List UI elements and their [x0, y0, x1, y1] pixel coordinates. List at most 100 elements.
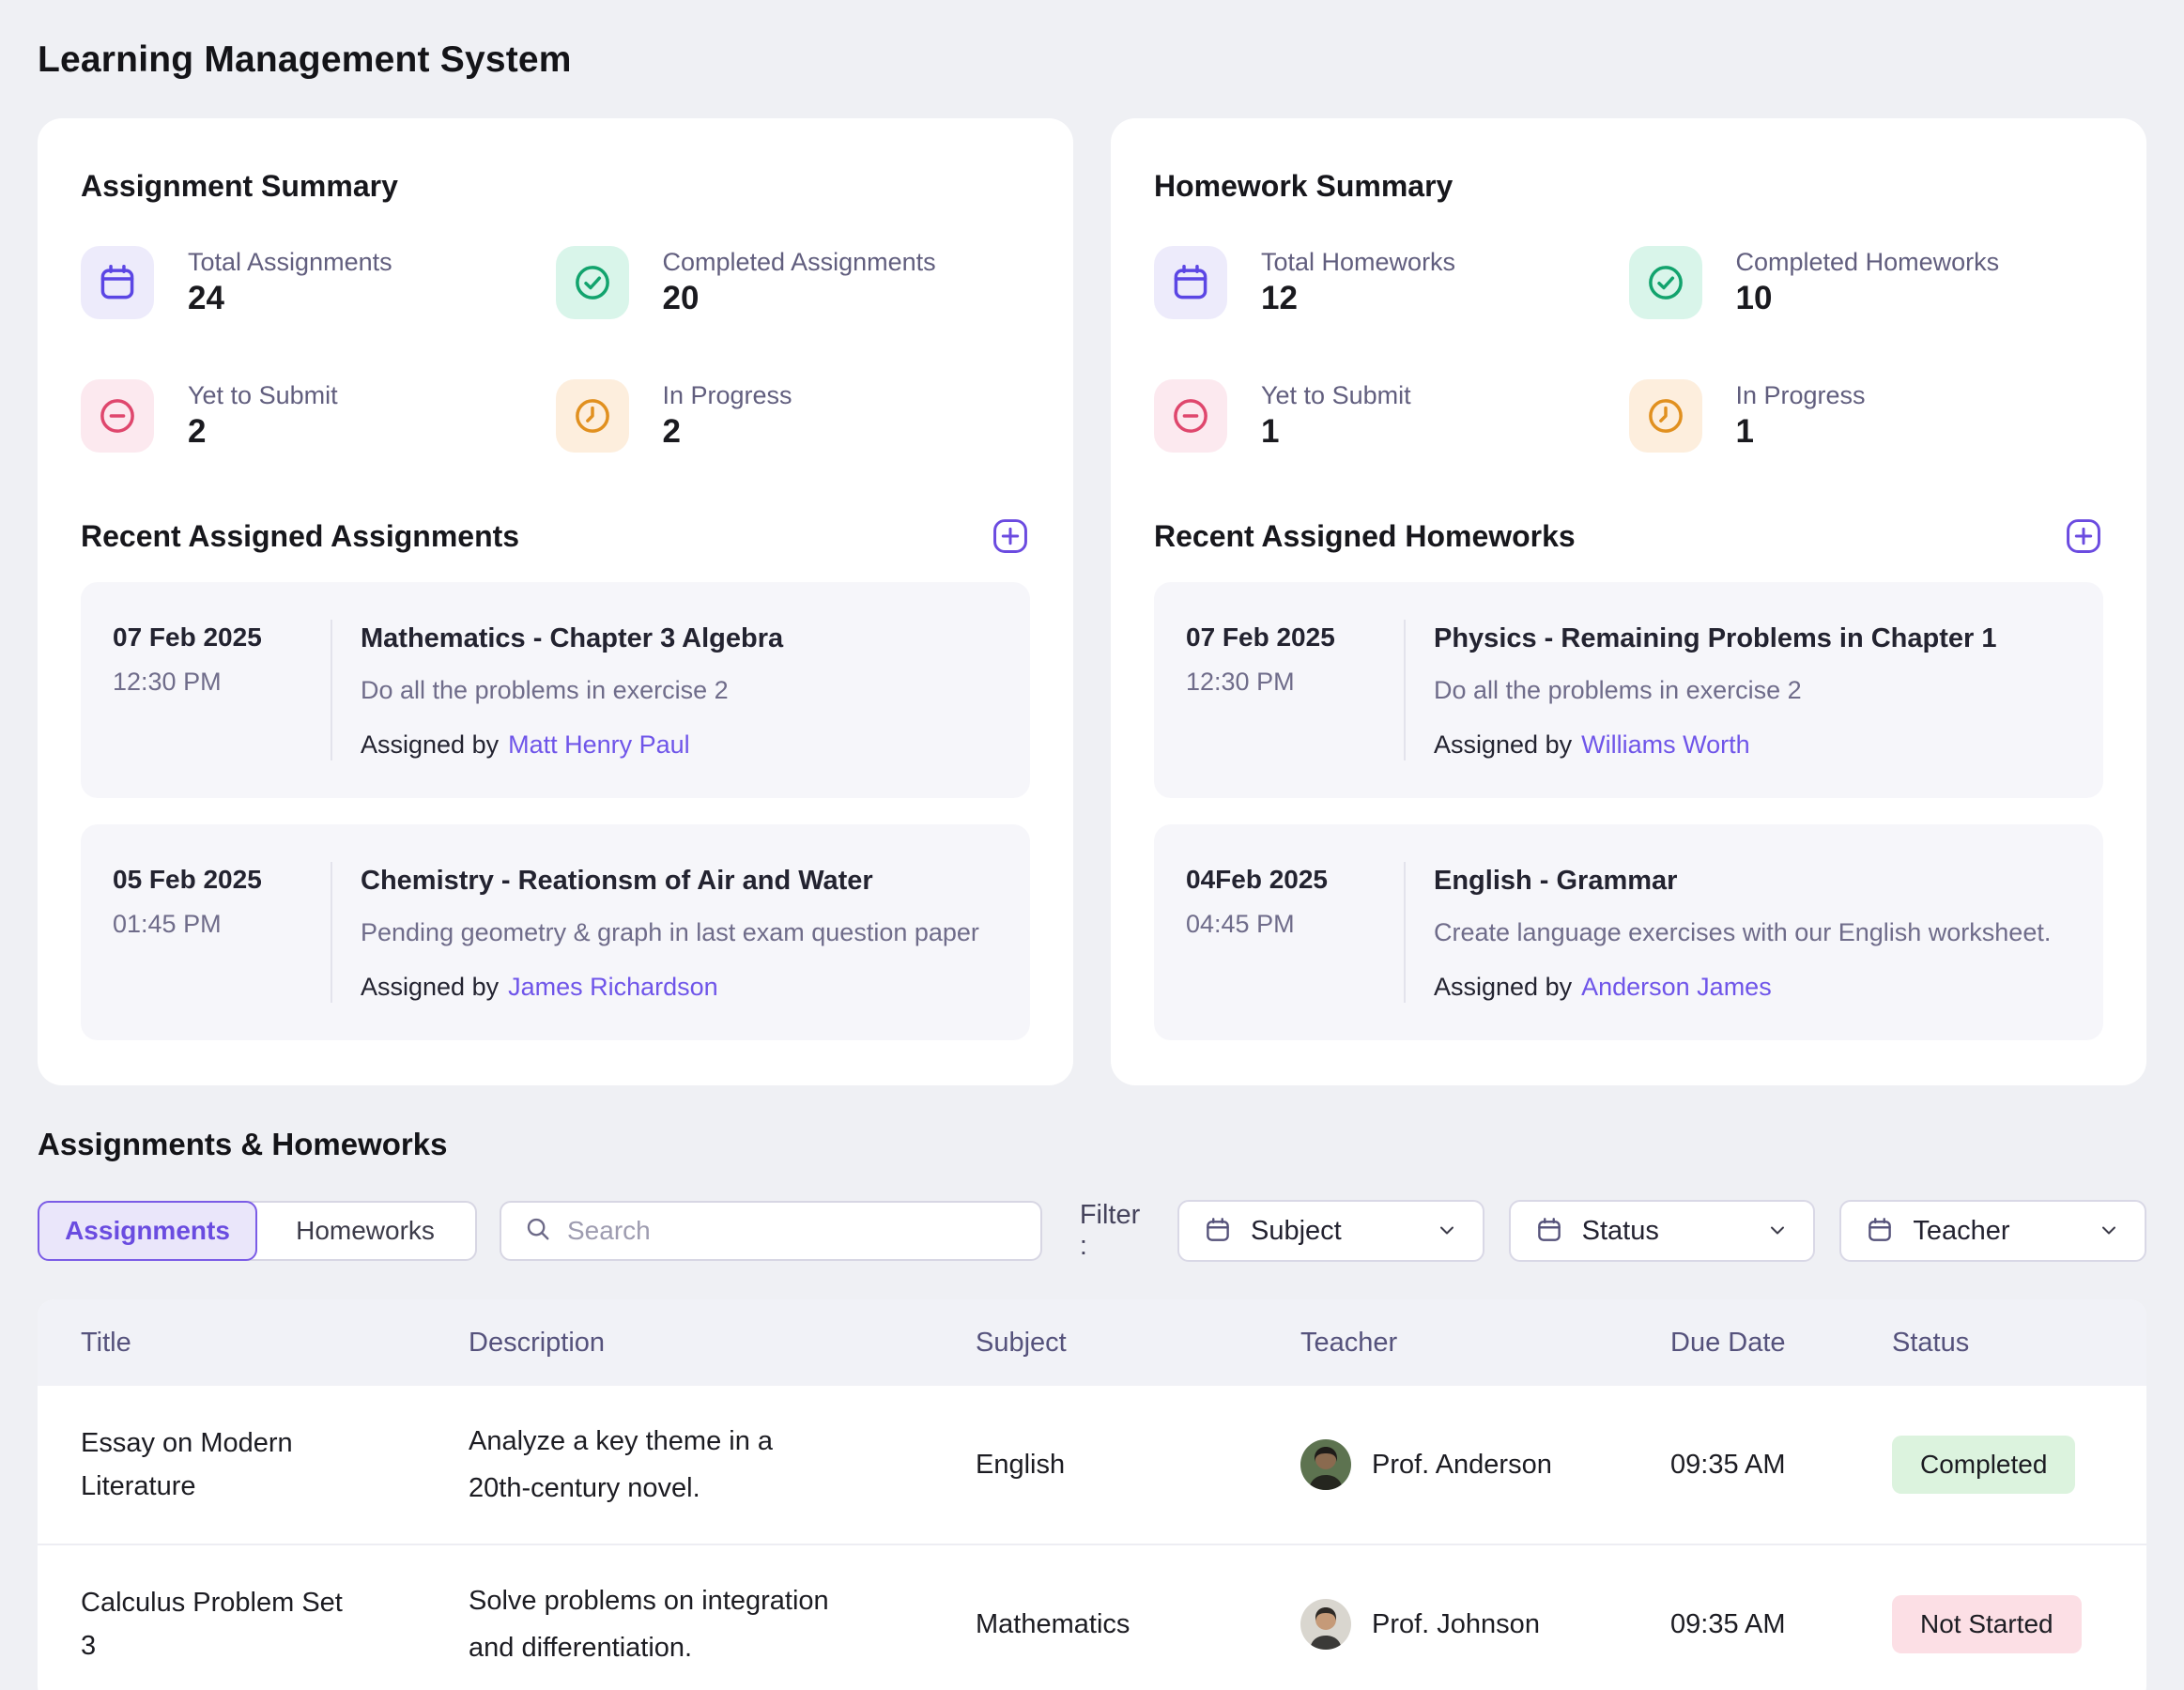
- recent-assignment-item: 05 Feb 2025 01:45 PM Chemistry - Reation…: [81, 824, 1030, 1040]
- dropdown-value: Status: [1582, 1216, 1748, 1247]
- row-description: Solve problems on integration and differ…: [469, 1577, 839, 1671]
- stat-label: Yet to Submit: [1261, 381, 1411, 409]
- item-date: 05 Feb 2025: [113, 864, 331, 896]
- assigned-by-link[interactable]: Williams Worth: [1581, 730, 1750, 759]
- search-icon: [524, 1215, 552, 1248]
- minus-circle-icon: [1154, 379, 1227, 453]
- item-date: 04Feb 2025: [1186, 864, 1404, 896]
- col-due-date: Due Date: [1670, 1328, 1892, 1359]
- stat-completed-homeworks: Completed Homeworks 10: [1629, 246, 2104, 319]
- add-assignment-button[interactable]: [991, 516, 1030, 556]
- filter-subject-dropdown[interactable]: Subject: [1177, 1200, 1484, 1262]
- tab-assignments[interactable]: Assignments: [38, 1201, 257, 1261]
- assignment-summary-card: Assignment Summary Total Assignments 24: [38, 118, 1073, 1085]
- row-description: Analyze a key theme in a 20th-century no…: [469, 1418, 839, 1512]
- item-title: Mathematics - Chapter 3 Algebra: [361, 622, 783, 655]
- assigned-by-label: Assigned by: [361, 973, 499, 1001]
- dropdown-value: Subject: [1251, 1216, 1417, 1247]
- status-badge: Completed: [1892, 1436, 2075, 1494]
- stat-label: In Progress: [663, 381, 792, 409]
- calendar-icon: [1535, 1216, 1563, 1247]
- item-time: 12:30 PM: [1186, 667, 1404, 697]
- col-description: Description: [469, 1328, 976, 1359]
- assigned-by-label: Assigned by: [1434, 730, 1572, 759]
- filter-teacher-dropdown[interactable]: Teacher: [1839, 1200, 2146, 1262]
- assigned-by-label: Assigned by: [361, 730, 499, 759]
- recent-assignment-item: 07 Feb 2025 12:30 PM Mathematics - Chapt…: [81, 582, 1030, 798]
- stat-total-assignments: Total Assignments 24: [81, 246, 556, 319]
- item-description: Do all the problems in exercise 2: [361, 674, 783, 706]
- assigned-by-label: Assigned by: [1434, 973, 1572, 1001]
- col-status: Status: [1892, 1328, 2146, 1359]
- row-subject: Mathematics: [976, 1609, 1300, 1640]
- stat-label: Completed Assignments: [663, 248, 936, 276]
- minus-circle-icon: [81, 379, 154, 453]
- assignment-stats: Total Assignments 24 Completed Assignmen…: [81, 246, 1030, 453]
- assigned-by-link[interactable]: James Richardson: [508, 973, 718, 1001]
- recent-homeworks-title: Recent Assigned Homeworks: [1154, 519, 1576, 554]
- stat-value: 20: [663, 282, 936, 315]
- homework-summary-title: Homework Summary: [1154, 169, 2103, 203]
- item-date: 07 Feb 2025: [113, 622, 331, 653]
- calendar-icon: [81, 246, 154, 319]
- stat-yet-to-submit-assignments: Yet to Submit 2: [81, 379, 556, 453]
- search-input[interactable]: [567, 1216, 1018, 1246]
- homework-stats: Total Homeworks 12 Completed Homeworks 1…: [1154, 246, 2103, 453]
- assigned-by-link[interactable]: Anderson James: [1581, 973, 1772, 1001]
- dropdown-value: Teacher: [1913, 1216, 2079, 1247]
- lms-dashboard: Learning Management System Assignment Su…: [0, 0, 2184, 1690]
- stat-label: Yet to Submit: [188, 381, 338, 409]
- item-description: Create language exercises with our Engli…: [1434, 916, 2051, 948]
- assigned-by-link[interactable]: Matt Henry Paul: [508, 730, 690, 759]
- row-title: Essay on Modern Literature: [81, 1421, 362, 1508]
- summary-cards-row: Assignment Summary Total Assignments 24: [38, 118, 2146, 1085]
- table-header-row: Title Description Subject Teacher Due Da…: [38, 1299, 2146, 1386]
- stat-label: In Progress: [1736, 381, 1866, 409]
- item-description: Pending geometry & graph in last exam qu…: [361, 916, 979, 948]
- item-time: 04:45 PM: [1186, 909, 1404, 939]
- item-description: Do all the problems in exercise 2: [1434, 674, 1997, 706]
- teacher-name: Prof. Johnson: [1372, 1609, 1540, 1640]
- tab-group: Assignments Homeworks: [38, 1201, 477, 1261]
- item-title: English - Grammar: [1434, 864, 2051, 898]
- teacher-avatar: [1300, 1599, 1351, 1650]
- stat-completed-assignments: Completed Assignments 20: [556, 246, 1031, 319]
- stat-label: Total Homeworks: [1261, 248, 1455, 276]
- stat-in-progress-assignments: In Progress 2: [556, 379, 1031, 453]
- chevron-down-icon: [2098, 1219, 2120, 1244]
- check-circle-icon: [1629, 246, 1702, 319]
- homework-summary-card: Homework Summary Total Homeworks 12: [1111, 118, 2146, 1085]
- tab-homeworks[interactable]: Homeworks: [255, 1203, 475, 1259]
- row-title: Calculus Problem Set 3: [81, 1581, 362, 1667]
- stat-label: Completed Homeworks: [1736, 248, 2000, 276]
- item-date: 07 Feb 2025: [1186, 622, 1404, 653]
- page-title: Learning Management System: [38, 39, 2146, 81]
- add-homework-button[interactable]: [2064, 516, 2103, 556]
- chevron-down-icon: [1436, 1219, 1458, 1244]
- row-due-date: 09:35 AM: [1670, 1450, 1892, 1481]
- col-teacher: Teacher: [1300, 1328, 1670, 1359]
- row-subject: English: [976, 1450, 1300, 1481]
- item-time: 01:45 PM: [113, 909, 331, 939]
- stat-yet-to-submit-homeworks: Yet to Submit 1: [1154, 379, 1629, 453]
- item-title: Chemistry - Reationsm of Air and Water: [361, 864, 979, 898]
- table-row[interactable]: Essay on Modern Literature Analyze a key…: [38, 1386, 2146, 1544]
- filter-label: Filter :: [1080, 1200, 1153, 1262]
- calendar-icon: [1204, 1216, 1232, 1247]
- stat-value: 12: [1261, 282, 1455, 315]
- clock-icon: [1629, 379, 1702, 453]
- stat-value: 2: [188, 415, 338, 449]
- stat-value: 2: [663, 415, 792, 449]
- recent-assignments-title: Recent Assigned Assignments: [81, 519, 519, 554]
- item-time: 12:30 PM: [113, 667, 331, 697]
- calendar-icon: [1154, 246, 1227, 319]
- stat-total-homeworks: Total Homeworks 12: [1154, 246, 1629, 319]
- search-box[interactable]: [500, 1201, 1042, 1261]
- filter-status-dropdown[interactable]: Status: [1509, 1200, 1816, 1262]
- stat-value: 1: [1736, 415, 1866, 449]
- clock-icon: [556, 379, 629, 453]
- col-subject: Subject: [976, 1328, 1300, 1359]
- table-row[interactable]: Calculus Problem Set 3 Solve problems on…: [38, 1544, 2146, 1690]
- calendar-icon: [1866, 1216, 1894, 1247]
- check-circle-icon: [556, 246, 629, 319]
